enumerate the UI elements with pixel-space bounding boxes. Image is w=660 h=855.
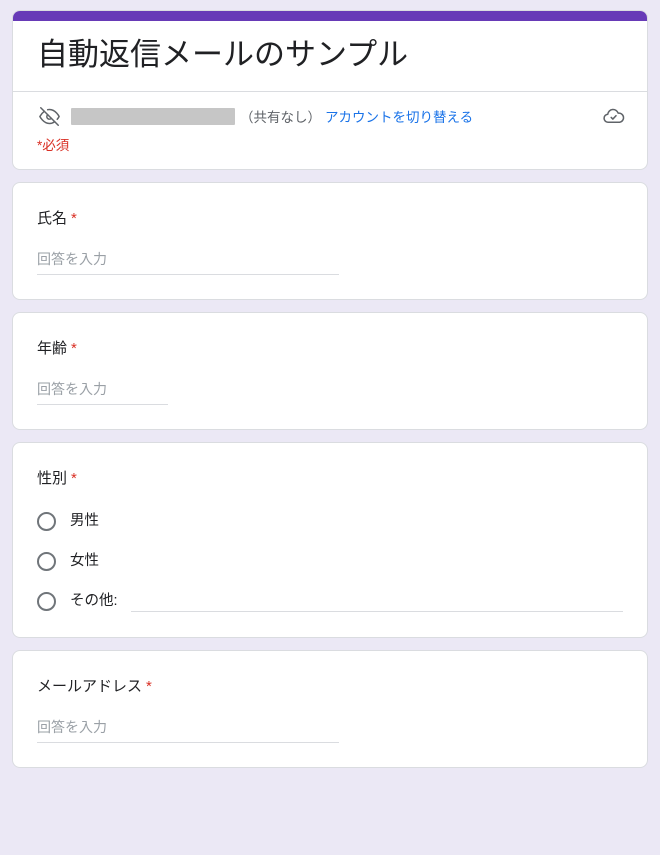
radio-circle-icon[interactable] — [37, 551, 56, 571]
required-note: *必須 — [37, 138, 70, 153]
required-star-gender: * — [71, 470, 77, 487]
form-title-zone: 自動返信メールのサンプル — [13, 21, 647, 92]
question-title-gender: 性別 * — [37, 467, 623, 491]
question-title-age: 年齢 * — [37, 337, 623, 361]
question-label-age: 年齢 — [37, 340, 68, 357]
radio-other-input[interactable] — [130, 590, 623, 612]
radio-label-other[interactable]: その他: — [70, 589, 118, 613]
account-email-redacted — [71, 107, 235, 125]
question-card-age: 年齢 * — [12, 312, 648, 430]
question-title-name: 氏名 * — [37, 207, 623, 231]
question-label-name: 氏名 — [37, 210, 68, 227]
switch-account-link[interactable]: アカウントを切り替える — [325, 106, 473, 126]
radio-label-female[interactable]: 女性 — [70, 549, 99, 573]
radio-circle-icon[interactable] — [37, 591, 56, 611]
account-zone: （共有なし） アカウントを切り替える *必須 — [13, 92, 647, 169]
radio-label-male[interactable]: 男性 — [70, 509, 99, 533]
cloud-done-icon[interactable] — [601, 104, 625, 128]
radio-option-male[interactable]: 男性 — [37, 509, 623, 533]
required-star-name: * — [71, 210, 77, 227]
sharing-status-label: （共有なし） — [240, 110, 321, 125]
page-title: 自動返信メールのサンプル — [37, 37, 409, 72]
question-card-email: メールアドレス * — [12, 650, 648, 768]
radio-group-gender: 男性 女性 その他: — [37, 509, 623, 613]
question-title-email: メールアドレス * — [37, 675, 623, 699]
question-label-gender: 性別 — [37, 470, 68, 487]
required-star-age: * — [71, 340, 77, 357]
question-card-gender: 性別 * 男性 女性 その他: — [12, 442, 648, 638]
account-row: （共有なし） アカウントを切り替える — [37, 104, 625, 128]
form-accent-bar — [13, 11, 647, 21]
required-star-email: * — [146, 678, 152, 695]
radio-option-other[interactable]: その他: — [37, 589, 623, 613]
question-card-name: 氏名 * — [12, 182, 648, 300]
answer-input-age[interactable] — [37, 381, 168, 405]
answer-input-email[interactable] — [37, 719, 339, 743]
eye-off-icon — [37, 104, 61, 128]
form-header-card: 自動返信メールのサンプル （共有なし） アカウントを切り替える *必須 — [12, 10, 648, 170]
answer-input-name[interactable] — [37, 251, 339, 275]
radio-circle-icon[interactable] — [37, 511, 56, 531]
question-label-email: メールアドレス — [37, 678, 143, 695]
radio-option-female[interactable]: 女性 — [37, 549, 623, 573]
